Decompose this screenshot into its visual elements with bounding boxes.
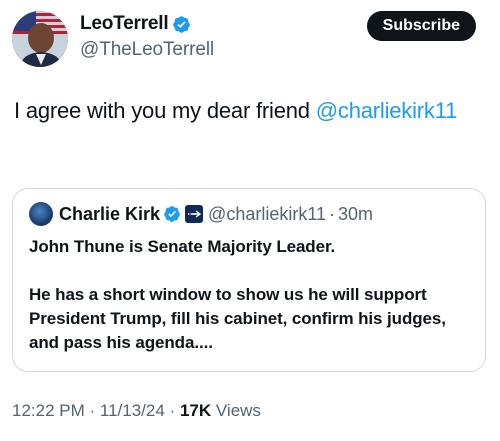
quoted-author-handle[interactable]: @charliekirk11 bbox=[208, 204, 326, 225]
quoted-paragraph: John Thune is Senate Majority Leader. bbox=[29, 237, 336, 256]
quoted-author-avatar[interactable] bbox=[29, 202, 53, 226]
quoted-tweet[interactable]: Charlie Kirk @charliekirk11 · 30m John T… bbox=[12, 188, 486, 372]
quoted-timestamp[interactable]: 30m bbox=[338, 204, 373, 225]
tweet-text: I agree with you my dear friend @charlie… bbox=[14, 96, 484, 125]
quoted-separator: · bbox=[329, 203, 336, 224]
tweet-meta: 12:22 PM · 11/13/24 · 17K Views bbox=[12, 401, 261, 421]
tweet-time[interactable]: 12:22 PM bbox=[12, 401, 85, 420]
views-count: 17K bbox=[179, 401, 212, 420]
verified-badge-icon bbox=[172, 15, 191, 34]
quoted-paragraph: He has a short window to show us he will… bbox=[29, 285, 446, 352]
author-name[interactable]: LeoTerrell bbox=[80, 13, 169, 35]
mention-link[interactable]: @charliekirk11 bbox=[316, 98, 458, 123]
quoted-tweet-header: Charlie Kirk @charliekirk11 · 30m bbox=[29, 202, 373, 226]
quoted-tweet-text: John Thune is Senate Majority Leader. He… bbox=[29, 235, 469, 355]
tweet-date[interactable]: 11/13/24 bbox=[100, 401, 165, 420]
affiliate-badge-icon[interactable] bbox=[185, 205, 204, 223]
meta-separator: · bbox=[89, 401, 96, 420]
subscribe-button[interactable]: Subscribe bbox=[366, 11, 476, 41]
views-label: Views bbox=[215, 401, 261, 420]
verified-badge-icon bbox=[163, 205, 181, 223]
author-handle[interactable]: @TheLeoTerrell bbox=[80, 39, 214, 61]
tweet-card: LeoTerrell @TheLeoTerrell Subscribe I ag… bbox=[0, 0, 500, 441]
meta-separator: · bbox=[169, 401, 176, 420]
quoted-author-name[interactable]: Charlie Kirk bbox=[59, 204, 160, 225]
tweet-text-content: I agree with you my dear friend bbox=[14, 98, 316, 123]
author-avatar[interactable] bbox=[12, 11, 68, 67]
author-block: LeoTerrell @TheLeoTerrell bbox=[80, 12, 214, 61]
